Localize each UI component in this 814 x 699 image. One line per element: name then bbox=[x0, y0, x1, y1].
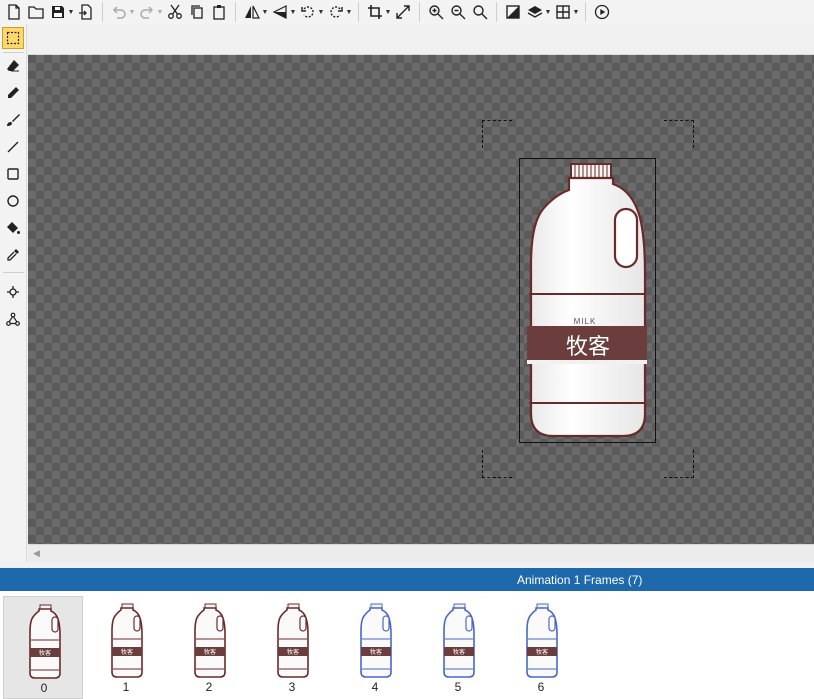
ellipse-tool[interactable] bbox=[2, 190, 24, 212]
svg-text:牧客: 牧客 bbox=[204, 648, 216, 656]
scroll-left-arrow[interactable]: ◀ bbox=[33, 548, 40, 559]
rectangle-tool[interactable] bbox=[2, 163, 24, 185]
frames-panel-header: Animation 1 Frames (7) bbox=[0, 568, 814, 591]
tool-separator bbox=[3, 272, 24, 273]
frame-thumbnail-bottle: 牧客 bbox=[277, 603, 309, 678]
frame-index-label: 2 bbox=[205, 680, 213, 694]
undo-icon[interactable] bbox=[108, 1, 130, 23]
frame-index-label: 4 bbox=[371, 680, 379, 694]
open-folder-icon[interactable] bbox=[25, 1, 47, 23]
frame-thumbnail-bottle: 牧客 bbox=[194, 603, 226, 678]
horizontal-scrollbar[interactable]: ◀ bbox=[28, 544, 814, 562]
svg-text:牧客: 牧客 bbox=[453, 648, 465, 656]
main-toolbar: ▼ ▼ ▼ ▼ ▼ ▼ ▼ ▼ ▼ ▼ bbox=[0, 0, 814, 24]
eraser-tool[interactable] bbox=[2, 55, 24, 77]
paste-icon[interactable] bbox=[208, 1, 230, 23]
frame-thumbnail-5[interactable]: 牧客 5 bbox=[418, 596, 498, 699]
frame-thumbnail-bottle: 牧客 bbox=[29, 604, 61, 679]
crop-icon[interactable] bbox=[364, 1, 386, 23]
transform-point-tool[interactable] bbox=[2, 281, 24, 303]
frame-thumbnail-6[interactable]: 牧客 6 bbox=[501, 596, 581, 699]
grid-icon[interactable] bbox=[552, 1, 574, 23]
fill-bucket-tool[interactable] bbox=[2, 217, 24, 239]
rotate-left-icon[interactable] bbox=[297, 1, 319, 23]
milk-bottle-sprite[interactable] bbox=[523, 161, 653, 441]
sprite-editor-window: ▼ ▼ ▼ ▼ ▼ ▼ ▼ ▼ ▼ ▼ MILK 牧客 ◀ Animation … bbox=[0, 0, 814, 699]
save-icon[interactable] bbox=[47, 1, 69, 23]
svg-text:牧客: 牧客 bbox=[121, 648, 133, 656]
frame-index-label: 6 bbox=[537, 680, 545, 694]
toolbar-separator bbox=[419, 2, 420, 22]
zoom-reset-icon[interactable] bbox=[469, 1, 491, 23]
canvas-top-margin bbox=[28, 24, 814, 55]
frame-index-label: 3 bbox=[288, 680, 296, 694]
toolbar-separator bbox=[235, 2, 236, 22]
eyedropper-tool[interactable] bbox=[2, 244, 24, 266]
tool-palette bbox=[0, 24, 27, 562]
guide-corner-bottom-left bbox=[482, 450, 512, 478]
svg-text:牧客: 牧客 bbox=[370, 648, 382, 656]
toolbar-separator bbox=[102, 2, 103, 22]
guide-corner-bottom-right bbox=[664, 450, 694, 478]
frame-thumbnail-3[interactable]: 牧客 3 bbox=[252, 596, 332, 699]
frame-index-label: 0 bbox=[40, 681, 48, 695]
svg-text:牧客: 牧客 bbox=[287, 648, 299, 656]
frame-thumbnail-1[interactable]: 牧客 1 bbox=[86, 596, 166, 699]
frame-thumbnail-bottle: 牧客 bbox=[526, 603, 558, 678]
brush-tool[interactable] bbox=[2, 109, 24, 131]
svg-text:牧客: 牧客 bbox=[536, 648, 548, 656]
rotate-right-icon[interactable] bbox=[325, 1, 347, 23]
cut-icon[interactable] bbox=[164, 1, 186, 23]
color-invert-icon[interactable] bbox=[502, 1, 524, 23]
layers-icon[interactable] bbox=[524, 1, 546, 23]
skeleton-tool[interactable] bbox=[2, 308, 24, 330]
toolbar-separator bbox=[496, 2, 497, 22]
resize-icon[interactable] bbox=[392, 1, 414, 23]
export-icon[interactable] bbox=[75, 1, 97, 23]
flip-vertical-icon[interactable] bbox=[269, 1, 291, 23]
bottle-label-main: 牧客 bbox=[565, 335, 610, 360]
bottle-label-small: MILK bbox=[573, 317, 597, 326]
frame-thumbnail-bottle: 牧客 bbox=[443, 603, 475, 678]
pencil-tool[interactable] bbox=[2, 82, 24, 104]
frames-panel-title: Animation 1 Frames (7) bbox=[517, 573, 643, 587]
frame-thumbnail-4[interactable]: 牧客 4 bbox=[335, 596, 415, 699]
guide-corner-top-right bbox=[664, 120, 694, 148]
svg-text:牧客: 牧客 bbox=[39, 649, 51, 657]
frames-strip: 牧客 0 牧客 1 牧客 2 牧客 3 牧客 4 牧客 5 牧客 6 bbox=[0, 591, 814, 699]
redo-icon[interactable] bbox=[136, 1, 158, 23]
tool-separator bbox=[3, 52, 24, 53]
flip-horizontal-icon[interactable] bbox=[241, 1, 263, 23]
toolbar-separator bbox=[585, 2, 586, 22]
guide-corner-top-left bbox=[482, 120, 512, 148]
frame-index-label: 5 bbox=[454, 680, 462, 694]
zoom-out-icon[interactable] bbox=[447, 1, 469, 23]
toolbar-separator bbox=[358, 2, 359, 22]
new-file-icon[interactable] bbox=[3, 1, 25, 23]
play-icon[interactable] bbox=[591, 1, 613, 23]
frame-thumbnail-0[interactable]: 牧客 0 bbox=[3, 596, 83, 699]
marquee-select-tool[interactable] bbox=[2, 27, 24, 49]
line-tool[interactable] bbox=[2, 136, 24, 158]
sprite-canvas[interactable]: MILK 牧客 bbox=[28, 55, 814, 544]
frame-thumbnail-bottle: 牧客 bbox=[360, 603, 392, 678]
copy-icon[interactable] bbox=[186, 1, 208, 23]
zoom-in-icon[interactable] bbox=[425, 1, 447, 23]
frame-index-label: 1 bbox=[122, 680, 130, 694]
frame-thumbnail-2[interactable]: 牧客 2 bbox=[169, 596, 249, 699]
frame-thumbnail-bottle: 牧客 bbox=[111, 603, 143, 678]
